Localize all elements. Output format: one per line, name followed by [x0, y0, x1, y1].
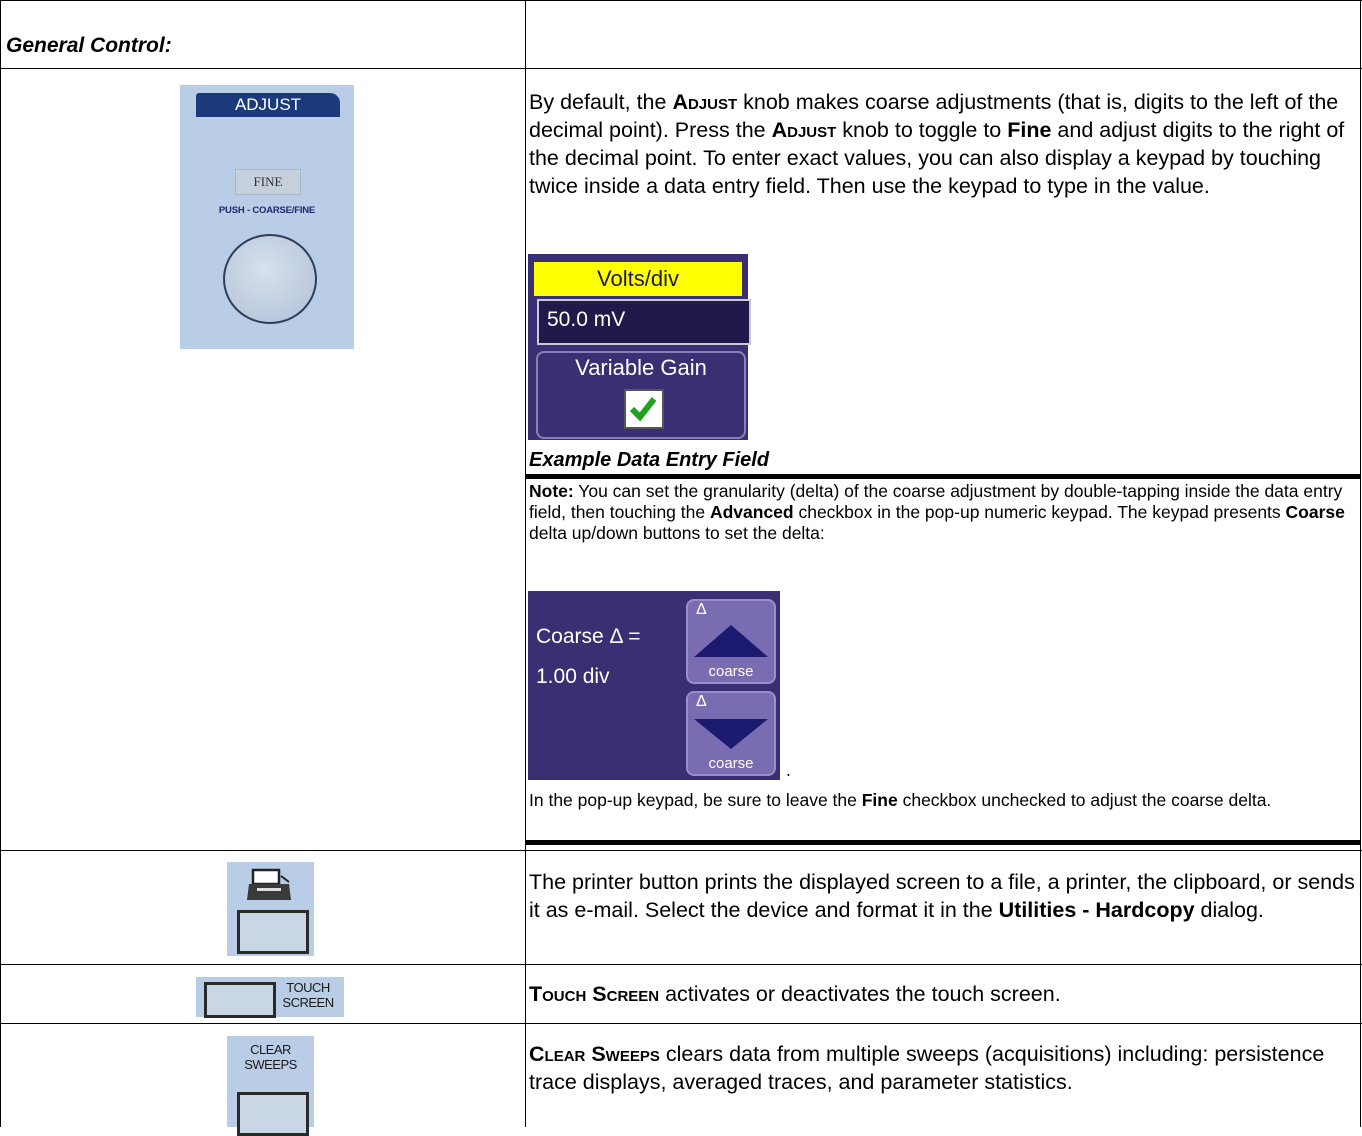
row-divider [0, 850, 1362, 851]
touch-screen-button-image: TOUCH SCREEN [196, 977, 344, 1018]
coarse-label: coarse [708, 663, 754, 680]
figure-caption: Example Data Entry Field [529, 449, 770, 471]
clear-sweeps-label: CLEAR SWEEPS [244, 1042, 297, 1072]
note-bottom-rule [526, 840, 1360, 845]
volts-div-value-field[interactable]: 50.0 mV [537, 299, 751, 345]
adjust-banner: ADJUST [196, 93, 340, 117]
delta-symbol: Δ [696, 693, 707, 710]
push-coarse-fine-label: PUSH - COARSE/FINE [218, 205, 316, 216]
row-divider [0, 1023, 1362, 1024]
coarse-delta-label: Coarse Δ = 1.00 div [536, 625, 641, 688]
printer-button[interactable] [237, 910, 309, 954]
row-divider [0, 68, 1362, 69]
variable-gain-label: Variable Gain [575, 355, 707, 380]
note-text: Note: You can set the granularity (delta… [529, 481, 1345, 543]
variable-gain-checkbox[interactable] [624, 389, 664, 429]
section-title: General Control: [6, 34, 172, 57]
row-divider [0, 964, 1362, 965]
coarse-delta-widget: Coarse Δ = 1.00 div Δ coarse Δ coarse [528, 591, 780, 780]
arrow-up-icon [694, 625, 768, 657]
coarse-up-button[interactable]: Δ coarse [686, 599, 776, 684]
clear-sweeps-button-image: CLEAR SWEEPS [227, 1036, 314, 1136]
clear-sweeps-button[interactable] [237, 1092, 309, 1136]
variable-gain-control[interactable]: Variable Gain [536, 351, 746, 439]
clear-sweeps-description: Clear Sweeps clears data from multiple s… [529, 1042, 1325, 1094]
touch-screen-description: Touch Screen activates or deactivates th… [529, 982, 1061, 1006]
table-border-top [0, 0, 1362, 1]
touch-screen-label: TOUCH SCREEN [282, 980, 334, 1010]
printer-description: The printer button prints the displayed … [529, 870, 1355, 922]
volts-div-header: Volts/div [534, 262, 742, 296]
volts-div-widget: Volts/div 50.0 mV Variable Gain [528, 254, 751, 440]
printer-button-image [227, 862, 314, 956]
adjust-description: By default, the Adjust knob makes coarse… [529, 90, 1345, 198]
coarse-label: coarse [708, 755, 754, 772]
note-period: . [786, 760, 791, 780]
coarse-down-button[interactable]: Δ coarse [686, 691, 776, 776]
note-top-rule [526, 474, 1360, 479]
touch-screen-button[interactable] [204, 982, 276, 1018]
checkmark-icon [629, 397, 657, 422]
table-border-left [0, 0, 1, 1127]
note-footer-text: In the pop-up keypad, be sure to leave t… [529, 790, 1272, 810]
printer-icon [247, 868, 291, 900]
column-divider [525, 0, 526, 1127]
adjust-knob-icon [223, 234, 317, 324]
table-border-right [1360, 0, 1361, 1127]
adjust-knob-panel: ADJUST FINE PUSH - COARSE/FINE [180, 85, 354, 349]
delta-symbol: Δ [696, 601, 707, 618]
fine-indicator: FINE [235, 169, 301, 195]
arrow-down-icon [694, 719, 768, 749]
